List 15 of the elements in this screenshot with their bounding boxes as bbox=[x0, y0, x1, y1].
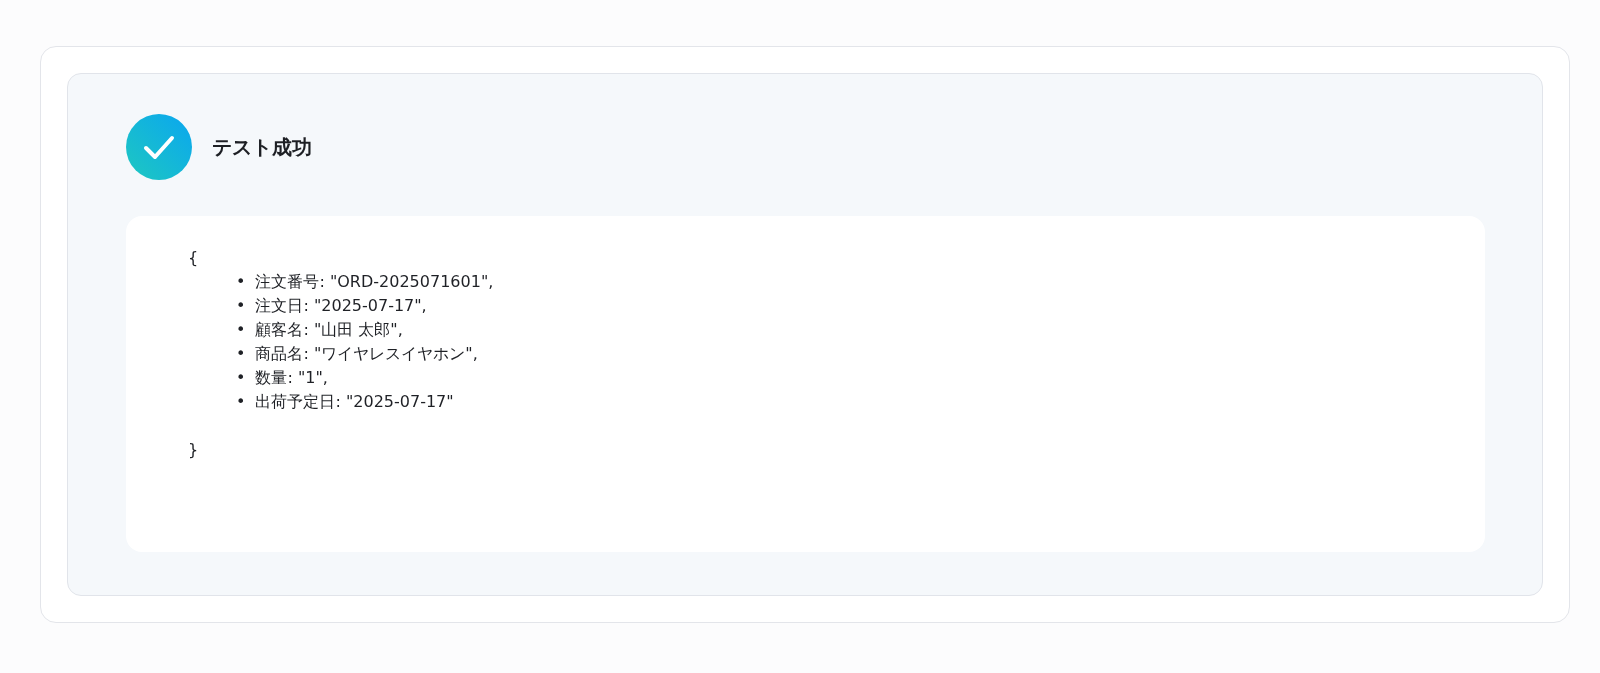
field-item: 数量: "1", bbox=[255, 367, 328, 389]
code-line: { bbox=[188, 247, 199, 269]
code-line: } bbox=[188, 439, 199, 461]
list-bullet: • bbox=[236, 367, 246, 389]
field-item: 出荷予定日: "2025-07-17" bbox=[255, 391, 454, 413]
list-bullet: • bbox=[236, 343, 246, 365]
field-item: 顧客名: "山田 太郎", bbox=[255, 319, 403, 341]
list-bullet: • bbox=[236, 295, 246, 317]
field-item: 注文番号: "ORD-2025071601", bbox=[255, 271, 494, 293]
status-title: テスト成功 bbox=[212, 133, 312, 161]
list-bullet: • bbox=[236, 271, 246, 293]
list-bullet: • bbox=[236, 319, 246, 341]
field-item: 商品名: "ワイヤレスイヤホン", bbox=[255, 343, 478, 365]
list-bullet: • bbox=[236, 391, 246, 413]
field-item: 注文日: "2025-07-17", bbox=[255, 295, 427, 317]
